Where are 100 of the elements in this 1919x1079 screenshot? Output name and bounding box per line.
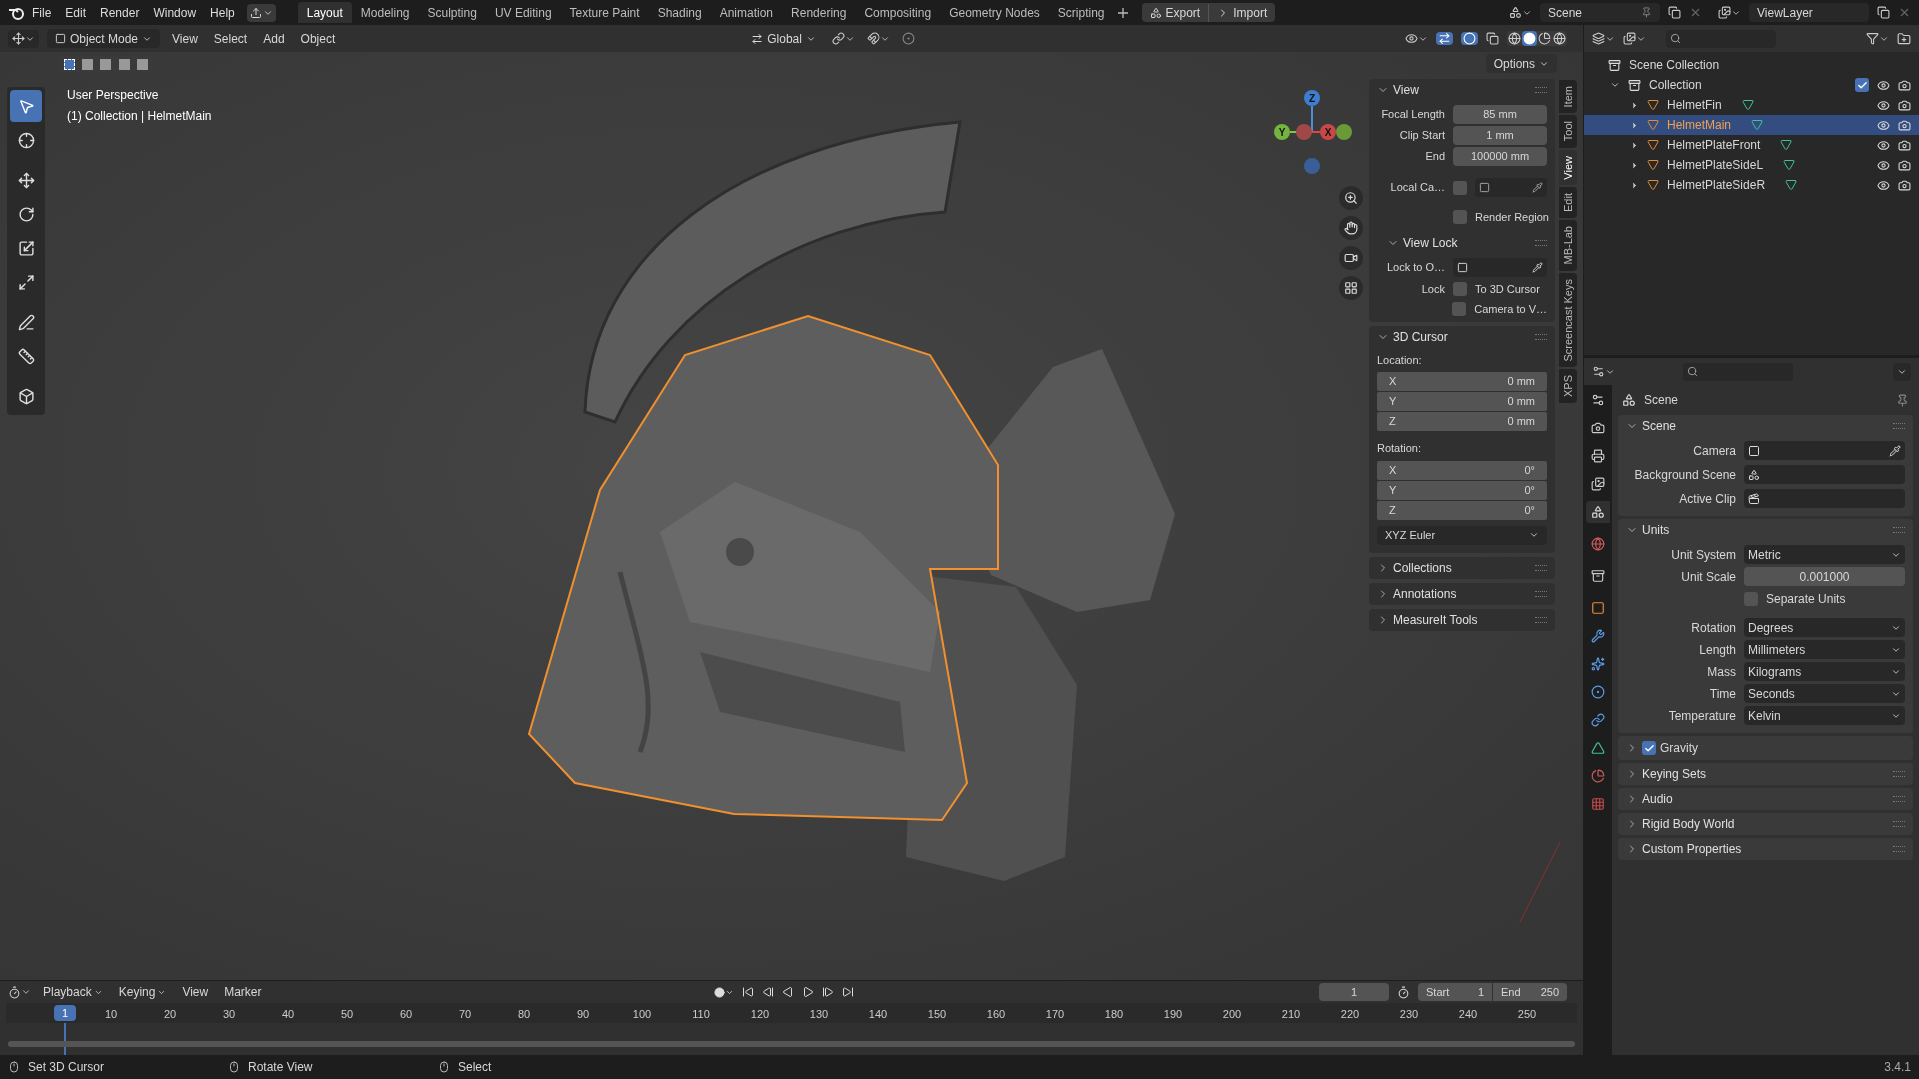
status-hint: Select: [458, 1059, 492, 1076]
number-field[interactable]: Z 0°: [1377, 500, 1547, 520]
menu-item[interactable]: Window: [147, 3, 203, 22]
sidebar-tab[interactable]: View: [1559, 149, 1577, 186]
field-value: 1: [1477, 984, 1484, 1000]
status-hint: Set 3D Cursor: [28, 1059, 105, 1076]
panel-title[interactable]: Annotations: [1393, 584, 1457, 603]
number-field[interactable]: 0.001000: [1744, 567, 1905, 586]
field-label: Temperature: [1667, 707, 1736, 725]
menu-item[interactable]: Add: [259, 29, 289, 48]
workspace-tab[interactable]: Compositing: [855, 2, 941, 23]
field-label: Local Ca…: [1389, 180, 1445, 196]
menu-item[interactable]: Playback: [39, 983, 107, 1001]
workspace-tab[interactable]: Sculpting: [418, 2, 486, 23]
frame-number: 200: [1222, 1007, 1242, 1022]
workspace-tab[interactable]: UV Editing: [485, 2, 561, 23]
dropdown[interactable]: Kelvin: [1744, 706, 1905, 725]
workspace-tab[interactable]: Modeling: [351, 2, 419, 23]
dropdown[interactable]: Degrees: [1744, 618, 1905, 637]
sidebar-tab[interactable]: Screencast Keys: [1559, 272, 1577, 368]
field-label: Unit System: [1670, 546, 1736, 564]
frame-number: 240: [1458, 1007, 1478, 1022]
number-field[interactable]: 100000 mm: [1453, 147, 1547, 166]
export-button[interactable]: Export: [1141, 3, 1209, 22]
workspace-tab[interactable]: Rendering: [782, 2, 856, 23]
menu-item[interactable]: Help: [204, 3, 241, 22]
field-label: Time: [1708, 685, 1736, 703]
menu-item[interactable]: Select: [209, 29, 252, 48]
panel-title[interactable]: View Lock: [1403, 233, 1458, 252]
field-label: Start: [1426, 984, 1450, 1000]
field-label: Background Scene: [1633, 466, 1736, 484]
dropdown[interactable]: Kilograms: [1744, 662, 1905, 681]
workspace-tab[interactable]: Animation: [710, 2, 783, 23]
number-field[interactable]: 85 mm: [1453, 105, 1547, 124]
outliner-row[interactable]: HelmetMain: [1584, 115, 1919, 135]
number-field[interactable]: Z 0 mm: [1377, 412, 1547, 431]
field-value: 250: [1540, 984, 1559, 1000]
field-value: 0 mm: [1507, 414, 1535, 430]
workspace-tab[interactable]: Scripting: [1048, 2, 1114, 23]
panel-title[interactable]: Units: [1642, 521, 1670, 539]
sidebar-tab[interactable]: Item: [1559, 80, 1577, 114]
panel-title[interactable]: Scene: [1642, 417, 1677, 435]
scene-field[interactable]: Scene: [1540, 3, 1660, 22]
outliner-item[interactable]: Scene Collection: [1629, 56, 1720, 74]
panel-title[interactable]: View: [1393, 81, 1419, 99]
panel-title[interactable]: Gravity: [1660, 739, 1698, 757]
dropdown[interactable]: Metric: [1744, 545, 1905, 564]
outliner-row[interactable]: HelmetPlateFront: [1584, 135, 1919, 155]
sidebar-tab[interactable]: Edit: [1559, 187, 1577, 219]
menu-item[interactable]: Keying: [114, 983, 171, 1001]
current-frame-field[interactable]: 1: [1319, 983, 1389, 1001]
import-button[interactable]: Import: [1208, 3, 1276, 22]
field-value: 0 mm: [1507, 394, 1535, 410]
outliner-row[interactable]: HelmetFin: [1584, 95, 1919, 115]
menu-item[interactable]: Render: [94, 3, 146, 22]
menu-item[interactable]: Edit: [59, 3, 93, 22]
field-value: 0°: [1524, 462, 1535, 478]
options-dropdown[interactable]: Options: [1485, 54, 1557, 73]
number-field[interactable]: X 0°: [1377, 460, 1547, 480]
panel-title[interactable]: Collections: [1393, 558, 1452, 577]
workspace-tab[interactable]: Texture Paint: [560, 2, 649, 23]
number-field[interactable]: X 0 mm: [1377, 372, 1547, 391]
rotation-mode-dropdown[interactable]: XYZ Euler: [1377, 525, 1547, 545]
menu-item[interactable]: File: [26, 3, 58, 22]
view-layer-field[interactable]: ViewLayer: [1749, 3, 1869, 22]
panel-title[interactable]: Keying Sets: [1642, 765, 1707, 783]
dropdown[interactable]: Millimeters: [1744, 640, 1905, 659]
axis-label: Y: [1389, 394, 1397, 410]
dropdown[interactable]: Seconds: [1744, 684, 1905, 703]
workspace-tab[interactable]: Shading: [648, 2, 711, 23]
workspace-tab[interactable]: Layout: [297, 2, 352, 23]
panel-title[interactable]: Rigid Body World: [1642, 815, 1735, 833]
outliner-row[interactable]: HelmetPlateSideL: [1584, 155, 1919, 175]
sidebar-tab[interactable]: MB-Lab: [1559, 220, 1577, 271]
version-label: 3.4.1: [1884, 1059, 1911, 1076]
current-frame-marker[interactable]: 1: [54, 1005, 76, 1021]
frame-number: 170: [1045, 1007, 1065, 1022]
menu-item[interactable]: Marker: [220, 983, 266, 1001]
panel-title[interactable]: MeasureIt Tools: [1393, 610, 1478, 629]
workspace-tab[interactable]: Geometry Nodes: [940, 2, 1049, 23]
number-field[interactable]: Y 0 mm: [1377, 392, 1547, 411]
end-frame-field[interactable]: End 250: [1493, 983, 1567, 1001]
menu-item[interactable]: Object: [296, 29, 340, 48]
field-value: 0°: [1524, 502, 1535, 518]
menu-item[interactable]: View: [178, 983, 213, 1001]
sidebar-tab[interactable]: XPS: [1559, 369, 1577, 404]
number-field[interactable]: Y 0°: [1377, 480, 1547, 500]
start-frame-field[interactable]: Start 1: [1418, 983, 1492, 1001]
field-label: Focal Length: [1380, 107, 1445, 123]
number-field[interactable]: 1 mm: [1453, 126, 1547, 145]
field-value: 0°: [1524, 482, 1535, 498]
orientation-dropdown[interactable]: Global: [747, 29, 820, 48]
mode-dropdown[interactable]: Object Mode: [47, 29, 161, 48]
panel-title[interactable]: 3D Cursor: [1393, 327, 1448, 346]
outliner-row[interactable]: HelmetPlateSideR: [1584, 175, 1919, 195]
panel-title[interactable]: Custom Properties: [1642, 840, 1742, 858]
outliner-item[interactable]: Collection: [1649, 76, 1702, 94]
panel-title[interactable]: Audio: [1642, 790, 1673, 808]
menu-item[interactable]: View: [168, 29, 202, 48]
sidebar-tab[interactable]: Tool: [1559, 115, 1577, 148]
